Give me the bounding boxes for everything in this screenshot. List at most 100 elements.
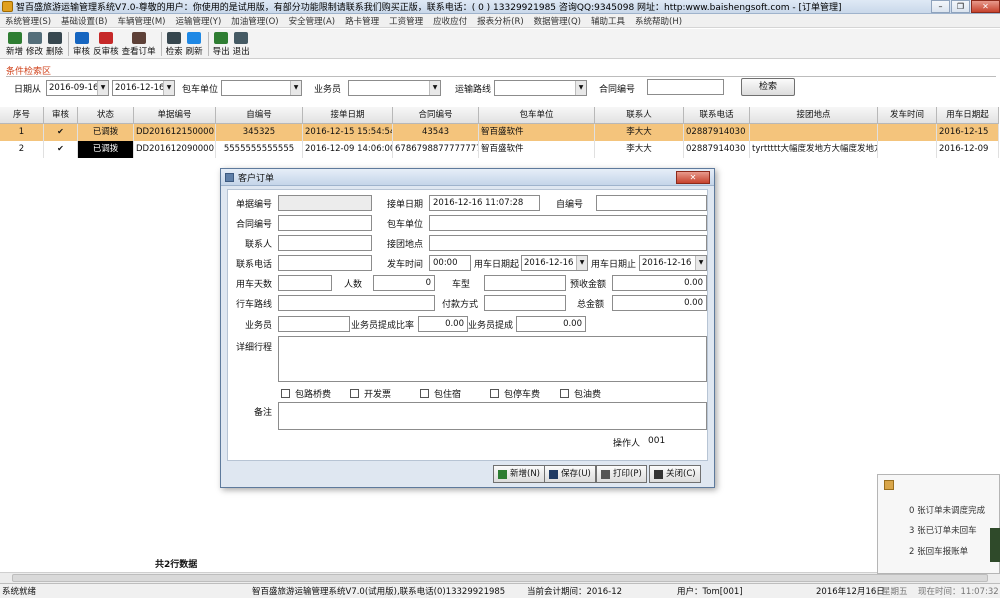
- horizontal-scrollbar[interactable]: [0, 572, 1000, 583]
- menu-vehicle[interactable]: 车辆管理(M): [113, 15, 171, 27]
- audit-checkbox[interactable]: ✔: [44, 124, 78, 141]
- column-header[interactable]: 合同编号: [393, 107, 479, 124]
- self-no-field[interactable]: [596, 195, 707, 211]
- column-header[interactable]: 接团地点: [750, 107, 878, 124]
- prepay-label: 预收金额: [569, 280, 606, 290]
- pay-method-field[interactable]: [484, 295, 566, 311]
- charter-field[interactable]: [429, 215, 707, 231]
- car-type-field[interactable]: [484, 275, 566, 291]
- contact-field[interactable]: [278, 235, 372, 251]
- parking-checkbox[interactable]: 包停车费: [490, 387, 540, 400]
- exit-button[interactable]: 退出: [233, 29, 250, 57]
- scrollbar-thumb[interactable]: [12, 574, 988, 582]
- menu-data[interactable]: 数据管理(Q): [529, 15, 586, 27]
- route-field[interactable]: [278, 295, 435, 311]
- use-to-picker[interactable]: 2016-12-16 ▼: [639, 255, 707, 271]
- notification-line[interactable]: 3 张已订单未回车: [909, 524, 977, 536]
- menu-transport[interactable]: 运输管理(Y): [170, 15, 226, 27]
- salesman-field[interactable]: [278, 316, 350, 332]
- table-row[interactable]: 1 ✔ 已调拨 DD2016121500001 345325 2016-12-1…: [0, 124, 1000, 141]
- commission-rate-field[interactable]: 0.00: [418, 316, 468, 332]
- column-header[interactable]: 自编号: [216, 107, 303, 124]
- table-row[interactable]: 2 ✔ 已调拨 DD2016120900001 5555555555555 20…: [0, 141, 1000, 158]
- audit-icon: [74, 32, 89, 44]
- unaudit-icon: [98, 32, 113, 44]
- menu-reports[interactable]: 报表分析(R): [472, 15, 529, 27]
- commission-rate-label: 业务员提成比率: [351, 321, 415, 331]
- menu-safety[interactable]: 安全管理(A): [284, 15, 340, 27]
- dialog-save-button[interactable]: 保存(U): [544, 465, 596, 483]
- fuel-checkbox[interactable]: 包油费: [560, 387, 601, 400]
- view-order-button[interactable]: 查看订单: [122, 29, 156, 57]
- contract-label: 合同编号: [599, 85, 636, 95]
- menu-system[interactable]: 系统管理(S): [0, 15, 56, 27]
- column-header[interactable]: 用车日期起: [937, 107, 999, 124]
- status-cell: 已调拨: [78, 124, 134, 141]
- use-from-picker[interactable]: 2016-12-16 ▼: [521, 255, 588, 271]
- menu-tools[interactable]: 辅助工具: [586, 15, 630, 27]
- unaudit-button[interactable]: 反审核: [93, 29, 119, 57]
- column-header[interactable]: 审核: [44, 107, 78, 124]
- column-header[interactable]: 序号: [0, 107, 44, 124]
- date-from-picker[interactable]: 2016-09-16 ▼: [46, 80, 109, 96]
- column-header[interactable]: 联系人: [595, 107, 684, 124]
- order-date-field[interactable]: 2016-12-16 11:07:28: [429, 195, 540, 211]
- notification-line[interactable]: 0 张订单未调度完成: [909, 504, 985, 516]
- column-header[interactable]: 联系电话: [684, 107, 750, 124]
- phone-field[interactable]: [278, 255, 372, 271]
- search-submit-button[interactable]: 检索: [741, 78, 795, 96]
- edit-button[interactable]: 修改: [26, 29, 43, 57]
- pickup-field[interactable]: [429, 235, 707, 251]
- contract-field[interactable]: [278, 215, 372, 231]
- audit-checkbox[interactable]: ✔: [44, 141, 78, 158]
- remark-textarea[interactable]: [278, 402, 707, 430]
- menu-road-card[interactable]: 路卡管理: [340, 15, 384, 27]
- menu-salary[interactable]: 工资管理: [384, 15, 428, 27]
- depart-time-field[interactable]: 00:00: [429, 255, 471, 271]
- status-app: 智百盛旅游运输管理系统V7.0(试用版),联系电话(0)13329921985: [252, 587, 506, 597]
- menu-basic-settings[interactable]: 基础设置(B): [56, 15, 112, 27]
- menu-receivable[interactable]: 应收应付: [428, 15, 472, 27]
- total-field[interactable]: 0.00: [612, 295, 707, 311]
- lodging-checkbox[interactable]: 包住宿: [420, 387, 461, 400]
- prepay-field[interactable]: 0.00: [612, 275, 707, 291]
- charter-select[interactable]: ▼: [221, 80, 302, 96]
- dialog-close-button[interactable]: ✕: [676, 171, 710, 184]
- column-header[interactable]: 包车单位: [479, 107, 595, 124]
- toll-checkbox[interactable]: 包路桥费: [281, 387, 331, 400]
- minimize-button[interactable]: –: [931, 0, 950, 13]
- route-select[interactable]: ▼: [494, 80, 587, 96]
- delete-button[interactable]: 删除: [46, 29, 63, 57]
- export-button[interactable]: 导出: [213, 29, 230, 57]
- dialog-close-form-button[interactable]: 关闭(C): [649, 465, 701, 483]
- menu-help[interactable]: 系统帮助(H): [630, 15, 687, 27]
- column-header[interactable]: 单据编号: [134, 107, 216, 124]
- maximize-button[interactable]: ❐: [951, 0, 970, 13]
- dialog-form: 单据编号 接单日期 2016-12-16 11:07:28 自编号 合同编号 包…: [227, 189, 708, 461]
- salesman-select[interactable]: ▼: [348, 80, 441, 96]
- new-button[interactable]: 新增: [6, 29, 23, 57]
- refresh-button[interactable]: 刷新: [186, 29, 203, 57]
- exit-icon: [234, 32, 249, 44]
- itinerary-textarea[interactable]: [278, 336, 707, 382]
- dialog-new-button[interactable]: 新增(N): [493, 465, 545, 483]
- dialog-title-bar[interactable]: 客户订单: [221, 169, 714, 186]
- column-header[interactable]: 状态: [78, 107, 134, 124]
- days-field[interactable]: [278, 275, 332, 291]
- date-to-picker[interactable]: 2016-12-16 ▼: [112, 80, 175, 96]
- column-header[interactable]: 发车时间: [878, 107, 937, 124]
- close-window-button[interactable]: ✕: [971, 0, 1000, 13]
- window-title: 智百盛旅游运输管理系统V7.0-尊敬的用户：你使用的是试用版，有部分功能限制请联…: [16, 3, 842, 13]
- notification-line[interactable]: 2 张回车报账单: [909, 545, 968, 557]
- search-button[interactable]: 检索: [166, 29, 183, 57]
- side-scroll-handle[interactable]: [990, 528, 1000, 562]
- column-header[interactable]: 接单日期: [303, 107, 393, 124]
- dialog-print-button[interactable]: 打印(P): [596, 465, 647, 483]
- contract-input[interactable]: [647, 79, 724, 95]
- people-field[interactable]: 0: [373, 275, 435, 291]
- menu-fuel[interactable]: 加油管理(O): [226, 15, 283, 27]
- commission-field[interactable]: 0.00: [516, 316, 586, 332]
- invoice-checkbox[interactable]: 开发票: [350, 387, 391, 400]
- use-from-label: 用车日期起: [473, 260, 519, 270]
- audit-button[interactable]: 审核: [73, 29, 90, 57]
